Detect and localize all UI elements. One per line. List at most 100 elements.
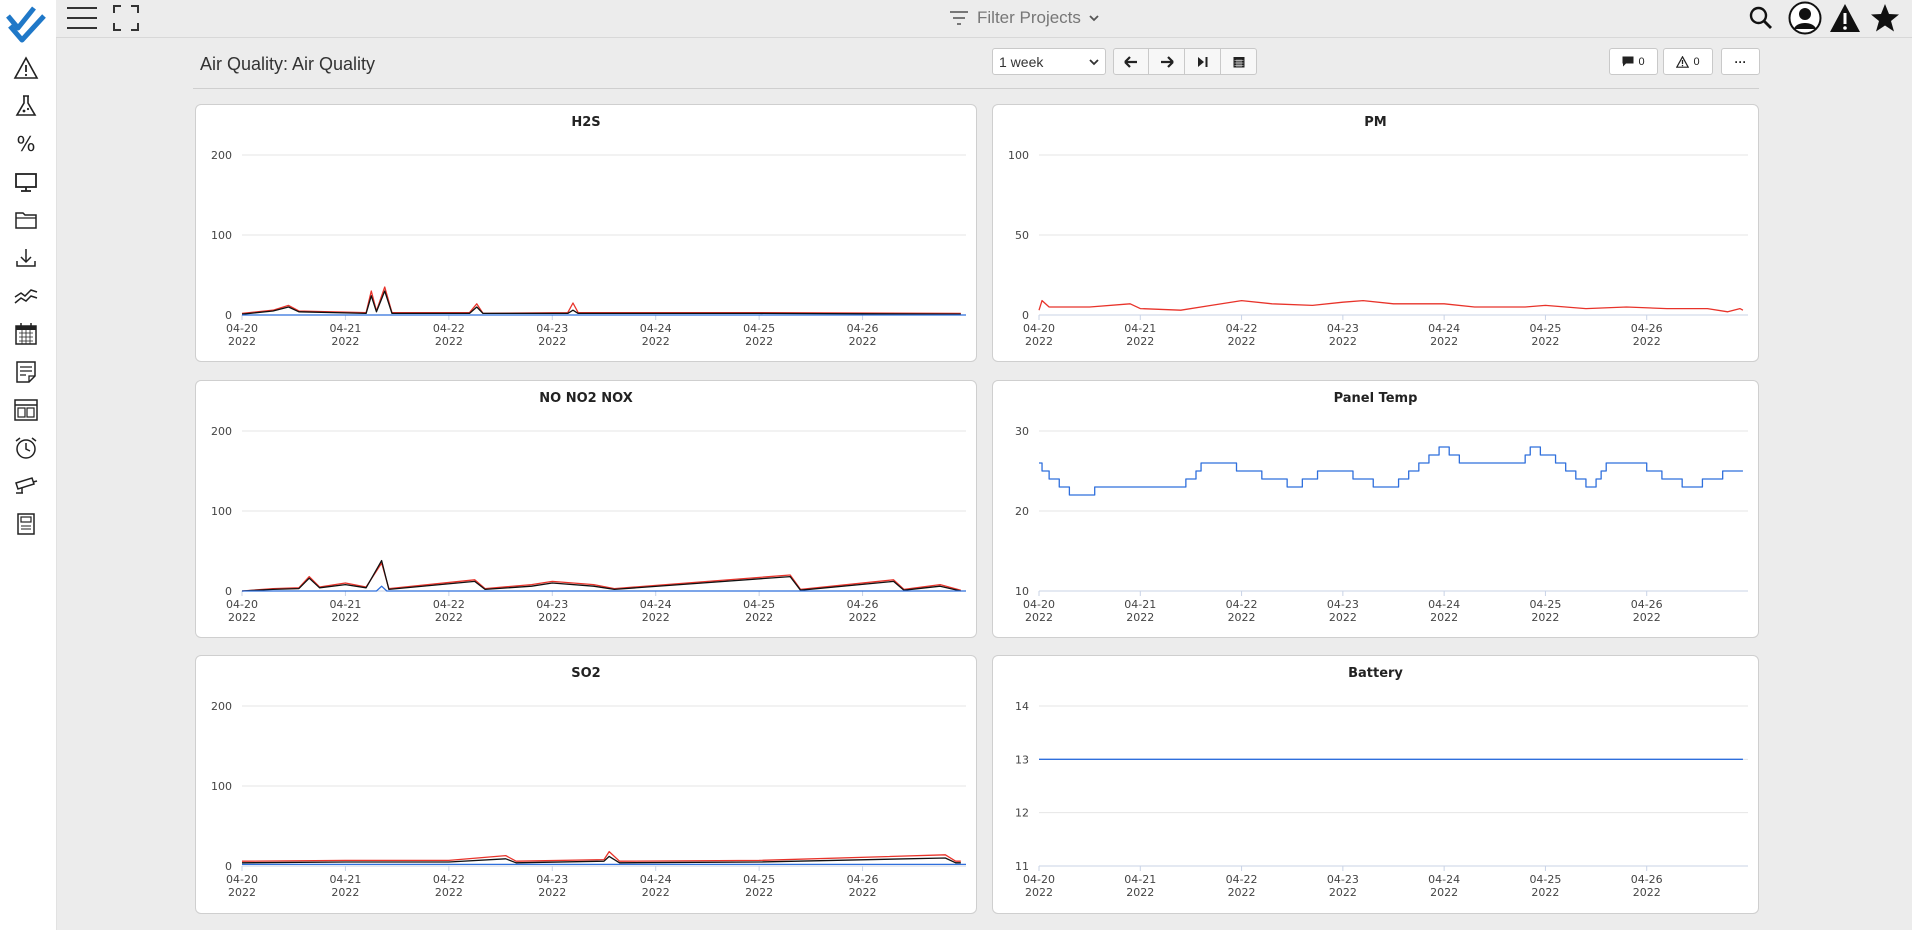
x-tick-label: 04-21 [329,322,361,335]
x-tick-label: 2022 [642,611,670,624]
x-tick-label: 2022 [1329,335,1357,348]
x-tick-label: 2022 [1633,886,1661,899]
x-tick-label: 2022 [1531,886,1559,899]
x-tick-label: 2022 [745,886,773,899]
h2s-chart[interactable]: H2S010020004-20202204-21202204-22202204-… [196,105,976,361]
next-period-button[interactable] [1149,48,1185,75]
arrow-right-icon [1160,55,1174,68]
y-tick-label: 20 [1015,505,1029,518]
x-tick-label: 2022 [538,886,566,899]
x-tick-label: 2022 [435,886,463,899]
y-tick-label: 0 [225,860,232,873]
percent-icon[interactable]: % [10,129,42,159]
alert-warning-icon[interactable] [1828,2,1862,34]
warning-icon[interactable] [10,53,42,83]
calendar-icon [1233,56,1244,67]
chart-title: H2S [571,115,600,130]
skip-to-end-icon [1197,56,1207,67]
y-tick-label: 100 [211,505,232,518]
app-logo[interactable] [4,4,52,44]
x-tick-label: 2022 [1329,886,1357,899]
x-tick-label: 2022 [1531,335,1559,348]
x-tick-label: 04-24 [640,873,672,886]
x-tick-label: 2022 [1430,886,1458,899]
chart-title: PM [1364,115,1386,130]
time-navigation-group [1113,48,1257,75]
alerts-button[interactable]: 0 [1663,48,1713,75]
y-tick-label: 14 [1015,700,1029,713]
battery-chart[interactable]: Battery1112131404-20202204-21202204-2220… [993,656,1758,913]
x-tick-label: 04-20 [1023,598,1055,611]
x-tick-label: 04-22 [1226,873,1258,886]
alerts-count: 0 [1693,55,1700,68]
previous-period-button[interactable] [1113,48,1149,75]
pick-date-button[interactable] [1221,48,1257,75]
x-tick-label: 2022 [1228,611,1256,624]
panel-temp-chart[interactable]: Panel Temp10203004-20202204-21202204-222… [993,381,1758,637]
user-avatar-icon[interactable] [1788,1,1822,35]
x-tick-label: 2022 [1633,335,1661,348]
y-tick-label: 12 [1015,807,1029,820]
book-icon[interactable] [10,509,42,539]
layout-icon[interactable] [10,395,42,425]
chart-panel-pm: PM 0 50 100 04-20 2022 04-21 2022 04-22 2022 04-23… [992,104,1759,362]
filter-projects-label: Filter Projects [977,8,1081,27]
y-tick-label: 200 [211,425,232,438]
x-tick-label: 04-24 [1428,873,1460,886]
filter-projects-button[interactable]: Filter Projects [949,6,1099,30]
favorites-star-icon[interactable] [1868,2,1902,34]
top-bar: Filter Projects [56,0,1912,38]
warning-icon [1676,55,1690,68]
x-tick-label: 04-20 [226,322,258,335]
chart-panel-so2: SO2 0 100 200 04-20 2022 04-21 2022 04-22 2022 04-… [195,655,977,914]
so2-chart[interactable]: SO2010020004-20202204-21202204-22202204-… [196,656,976,913]
trend-icon[interactable] [10,281,42,311]
x-tick-label: 04-21 [1124,322,1156,335]
x-tick-label: 04-22 [1226,322,1258,335]
series-line [1038,299,1744,313]
time-range-select[interactable]: 1 week [992,48,1106,75]
y-tick-label: 100 [211,229,232,242]
x-tick-label: 04-23 [1327,598,1359,611]
x-tick-label: 2022 [1025,611,1053,624]
chevron-down-icon [1089,58,1099,65]
x-tick-label: 04-24 [640,598,672,611]
sidebar: % [0,0,57,930]
x-tick-label: 04-21 [329,873,361,886]
no-no2-nox-chart[interactable]: NO NO2 NOX010020004-20202204-21202204-22… [196,381,976,637]
x-tick-label: 04-20 [226,873,258,886]
calendar-icon[interactable] [10,319,42,349]
folder-icon[interactable] [10,205,42,235]
clock-icon[interactable] [10,433,42,463]
download-icon[interactable] [10,243,42,273]
search-icon[interactable] [1746,2,1776,34]
y-tick-label: 10 [1015,585,1029,598]
monitor-icon[interactable] [10,167,42,197]
x-tick-label: 04-26 [847,873,879,886]
y-tick-label: 0 [225,309,232,322]
jump-to-latest-button[interactable] [1185,48,1221,75]
note-icon[interactable] [10,357,42,387]
x-tick-label: 2022 [538,611,566,624]
comments-button[interactable]: 0 [1609,48,1658,75]
comments-count: 0 [1638,55,1645,68]
hamburger-menu-icon[interactable] [65,2,99,34]
more-options-button[interactable]: ··· [1721,48,1760,75]
x-tick-label: 2022 [331,335,359,348]
x-tick-label: 04-23 [1327,322,1359,335]
y-tick-label: 50 [1015,229,1029,242]
y-tick-label: 200 [211,700,232,713]
x-tick-label: 04-26 [1631,322,1663,335]
x-tick-label: 2022 [435,335,463,348]
x-tick-label: 04-21 [329,598,361,611]
x-tick-label: 2022 [1531,611,1559,624]
flask-icon[interactable] [10,91,42,121]
comment-icon [1622,56,1634,67]
filter-icon [950,11,968,25]
x-tick-label: 2022 [228,886,256,899]
x-tick-label: 04-20 [1023,322,1055,335]
fullscreen-icon[interactable] [111,2,141,34]
camera-icon[interactable] [10,471,42,501]
x-tick-label: 2022 [1633,611,1661,624]
pm-chart[interactable]: PM05010004-20202204-21202204-22202204-23… [993,105,1758,361]
